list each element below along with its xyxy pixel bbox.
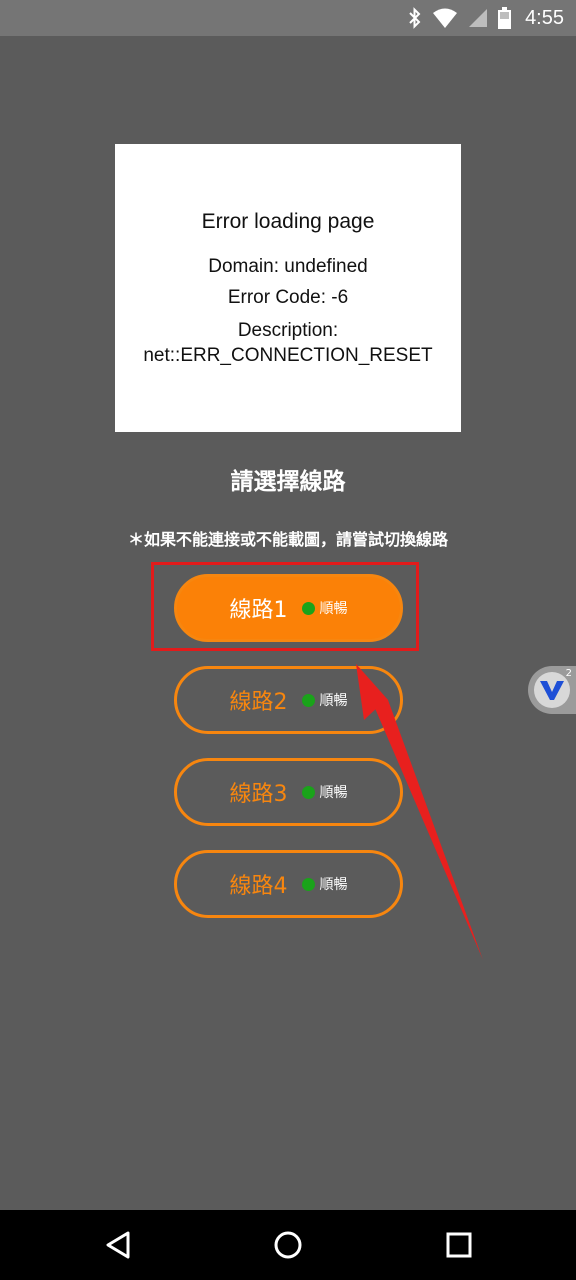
home-icon[interactable]: [268, 1225, 308, 1265]
floating-badge: 2: [565, 668, 572, 679]
v-logo-icon: [534, 672, 570, 708]
back-icon[interactable]: [98, 1225, 138, 1265]
recents-icon[interactable]: [439, 1225, 479, 1265]
floating-assistant-button[interactable]: 2: [528, 666, 576, 714]
annotation-arrow-icon: [356, 664, 483, 960]
navigation-bar: [0, 1210, 576, 1280]
